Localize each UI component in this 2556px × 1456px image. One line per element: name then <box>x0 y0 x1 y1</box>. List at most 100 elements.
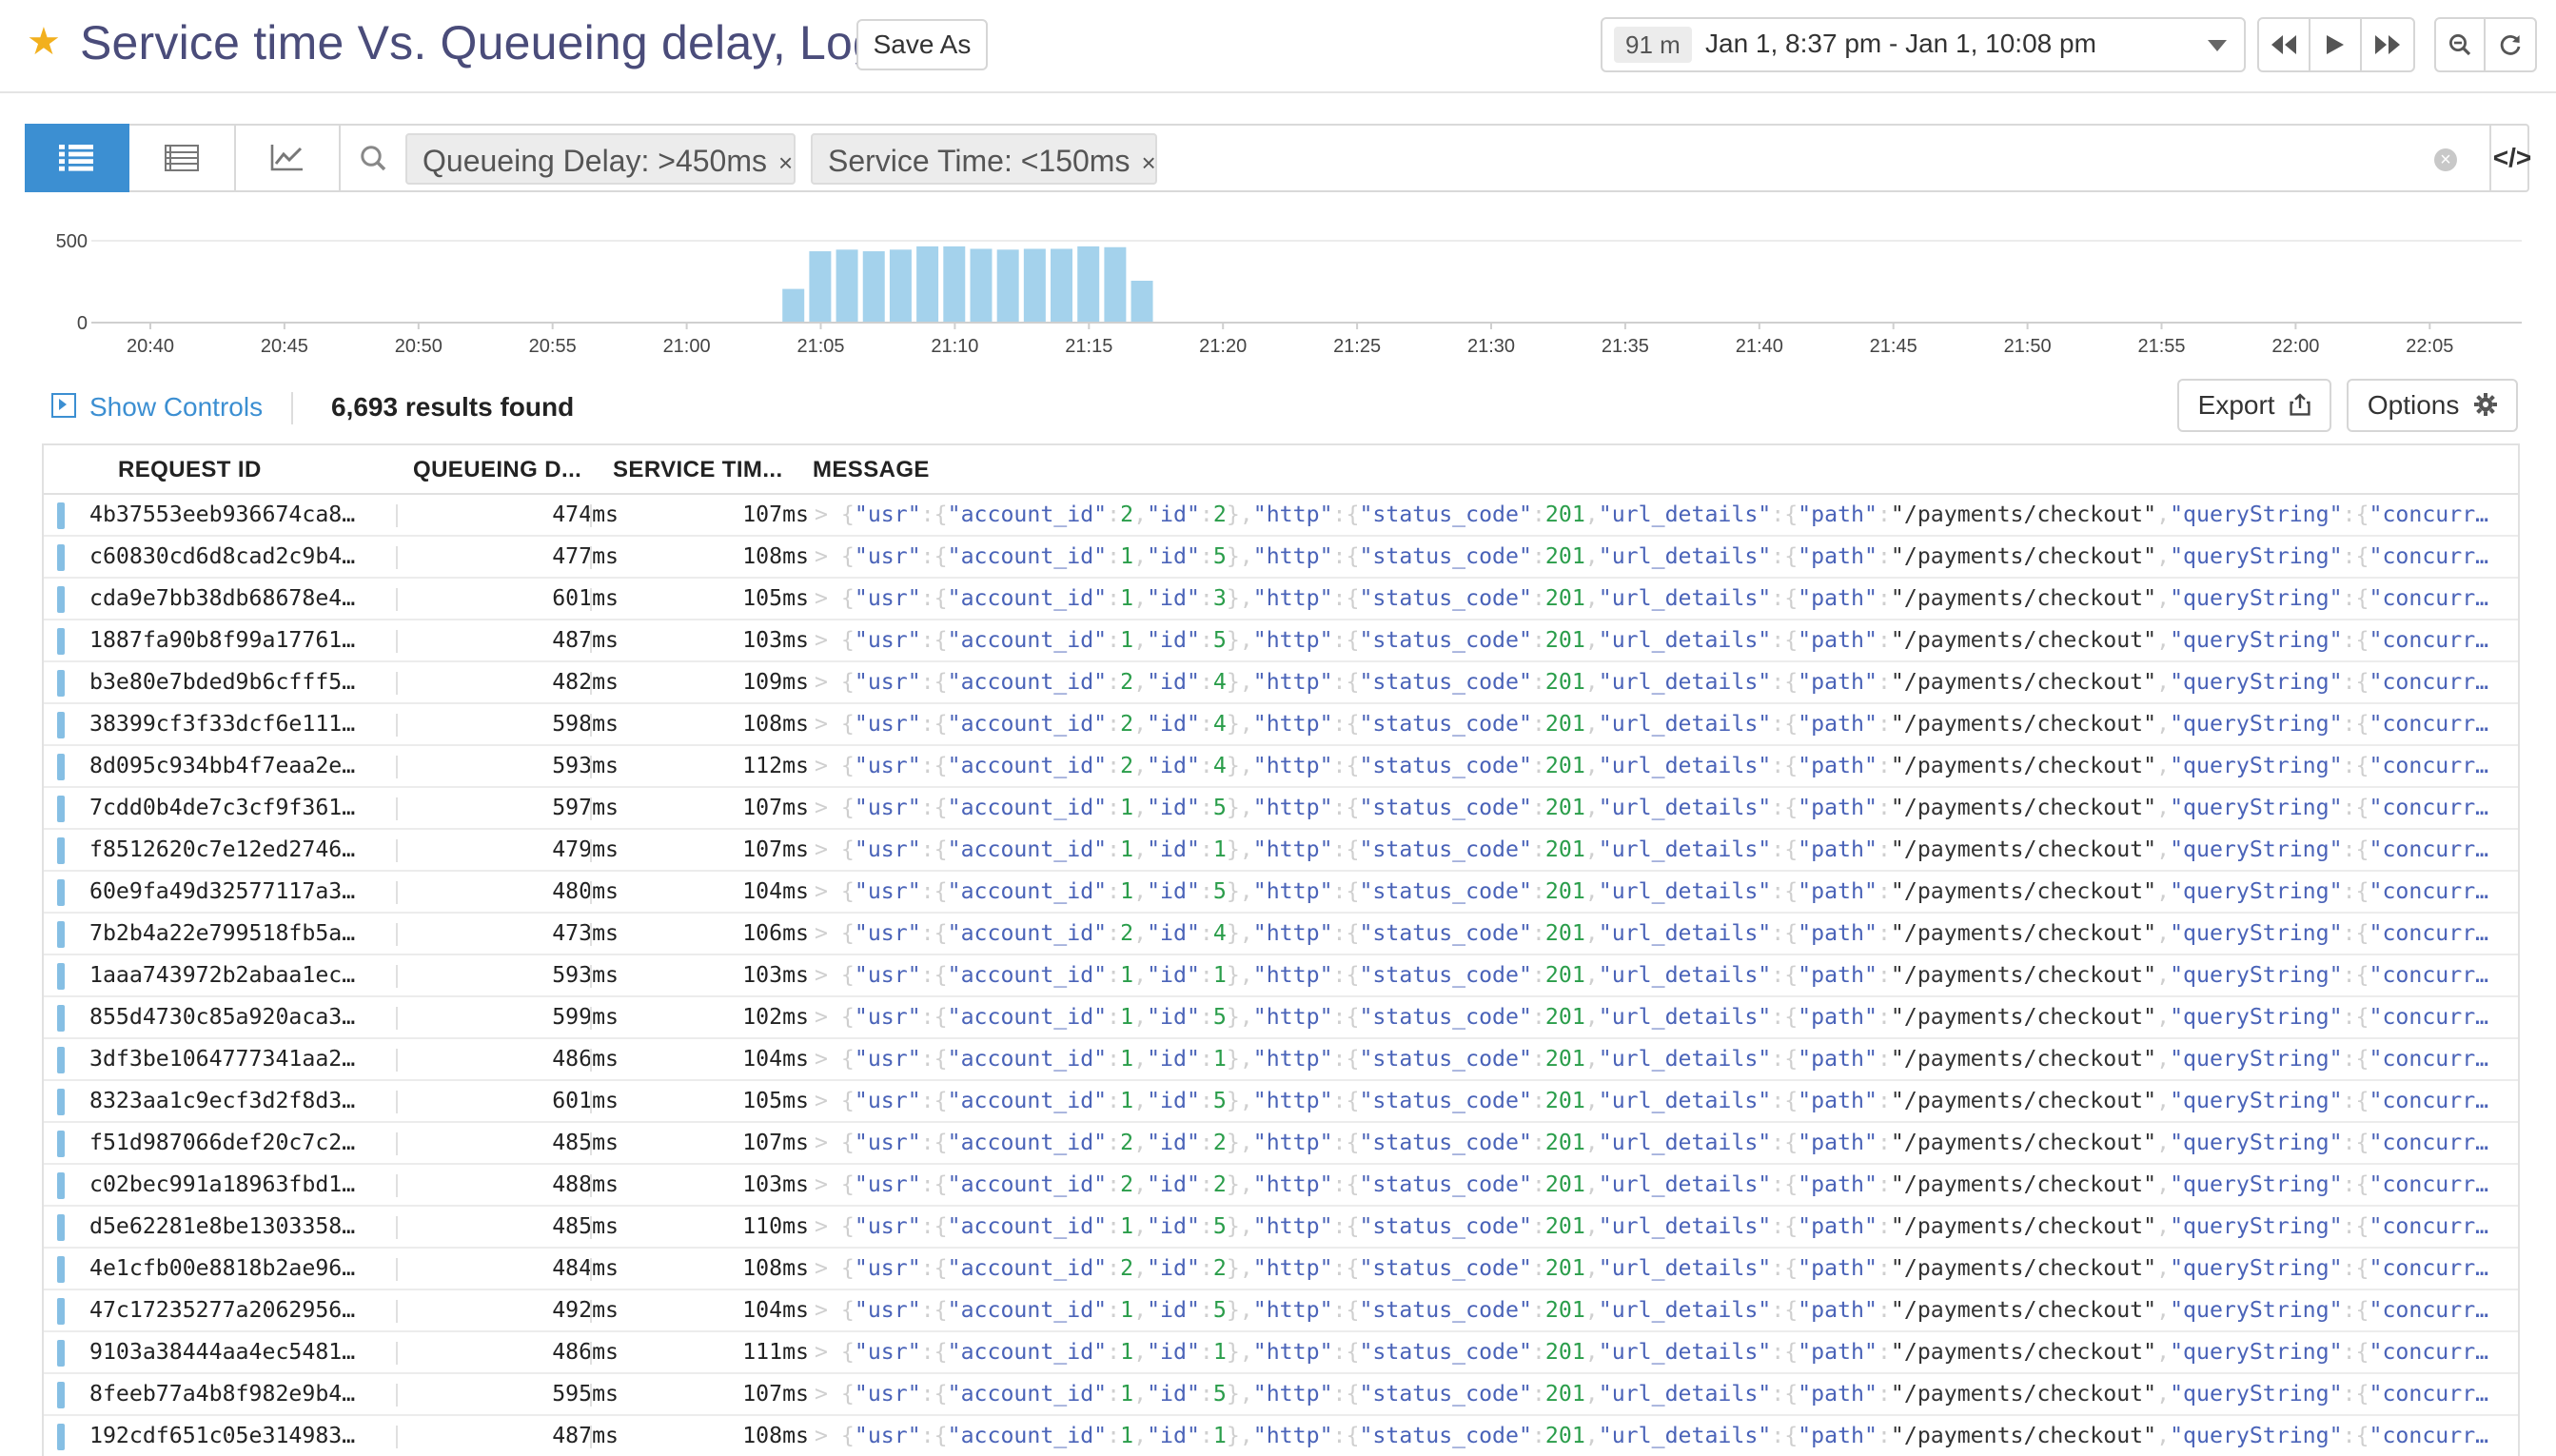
json-key: "status_code" <box>1359 878 1532 904</box>
column-divider <box>396 630 398 653</box>
log-status-marker <box>57 1047 65 1073</box>
json-key: "id" <box>1147 585 1200 611</box>
json-key: "path" <box>1798 1130 1878 1155</box>
table-row[interactable]: 47c17235277a2062956… 492ms 104ms > {"usr":{… <box>44 1290 2518 1332</box>
filter-chip-service-time[interactable]: Service Time: <150ms × <box>811 133 1157 185</box>
service-time-cell: 103ms <box>742 962 809 988</box>
table-row[interactable]: c60830cd6d8cad2c9b4… 477ms 108ms > {"usr":{… <box>44 537 2518 579</box>
table-row[interactable]: c02bec991a18963fbd1… 488ms 103ms > {"usr":{… <box>44 1165 2518 1207</box>
table-row[interactable]: 855d4730c85a920aca3… 599ms 102ms > {"usr":{… <box>44 997 2518 1039</box>
log-status-marker <box>57 1089 65 1115</box>
star-icon[interactable]: ★ <box>27 21 69 63</box>
json-key: "status_code" <box>1359 627 1532 653</box>
filter-chip-label: Queueing Delay: >450ms <box>423 144 767 178</box>
timeseries-view-toggle[interactable] <box>236 124 341 192</box>
show-controls-toggle[interactable]: Show Controls <box>51 392 263 423</box>
log-status-marker <box>57 1340 65 1367</box>
log-status-marker <box>57 963 65 990</box>
table-row[interactable]: 38399cf3f33dcf6e111… 598ms 108ms > {"usr":{… <box>44 704 2518 746</box>
json-key: "queryString" <box>2170 669 2343 695</box>
json-key: "url_details" <box>1598 795 1772 820</box>
request-id-cell: 1887fa90b8f99a17761… <box>89 627 356 653</box>
json-key: "account_id" <box>947 795 1108 820</box>
options-button[interactable]: Options <box>2347 379 2518 432</box>
table-row[interactable]: 7cdd0b4de7c3cf9f361… 597ms 107ms > {"usr":{… <box>44 788 2518 830</box>
table-row[interactable]: 8323aa1c9ecf3d2f8d3… 601ms 105ms > {"usr":{… <box>44 1081 2518 1123</box>
table-row[interactable]: 192cdf651c05e314983… 487ms 108ms > {"usr":{… <box>44 1416 2518 1456</box>
table-view-toggle[interactable] <box>129 124 236 192</box>
list-view-toggle[interactable] <box>25 124 129 192</box>
json-key: "url_details" <box>1598 543 1772 569</box>
column-header-service-time[interactable]: SERVICE TIM... <box>613 457 783 483</box>
column-divider <box>396 1342 398 1365</box>
log-status-marker <box>57 1298 65 1325</box>
table-row[interactable]: 8feeb77a4b8f982e9b4… 595ms 107ms > {"usr":{… <box>44 1374 2518 1416</box>
play-icon[interactable] <box>2310 19 2362 70</box>
json-number: 4 <box>1212 711 1227 737</box>
table-row[interactable]: 9103a38444aa4ec5481… 486ms 111ms > {"usr":{… <box>44 1332 2518 1374</box>
column-divider <box>590 1300 592 1323</box>
json-key: "queryString" <box>2170 1213 2343 1239</box>
json-key: "status_code" <box>1359 711 1532 737</box>
json-number: 1 <box>1212 1339 1227 1365</box>
x-tick-label: 21:25 <box>1333 336 1381 357</box>
table-row[interactable]: f8512620c7e12ed2746… 479ms 107ms > {"usr":{… <box>44 830 2518 872</box>
json-key: "account_id" <box>947 962 1108 988</box>
json-key: "http" <box>1252 836 1333 862</box>
json-number: 4 <box>1212 753 1227 778</box>
code-icon[interactable]: </> <box>2489 124 2533 192</box>
fast-forward-icon[interactable] <box>2362 19 2413 70</box>
json-key: "path" <box>1798 1297 1878 1323</box>
json-key: "usr" <box>854 920 921 946</box>
log-histogram[interactable]: 500 0 20:40 20:45 20:50 20:55 21:00 21:05 21:10 2… <box>0 213 2556 365</box>
time-range-selector[interactable]: 91 m Jan 1, 8:37 pm - Jan 1, 10:08 pm <box>1601 17 2246 72</box>
table-row[interactable]: 1887fa90b8f99a17761… 487ms 103ms > {"usr":{… <box>44 620 2518 662</box>
request-id-cell: 855d4730c85a920aca3… <box>89 1004 356 1030</box>
column-header-queueing-delay[interactable]: QUEUEING D... <box>413 457 581 483</box>
table-row[interactable]: 1aaa743972b2abaa1ec… 593ms 103ms > {"usr":{… <box>44 955 2518 997</box>
message-cell: > {"usr":{"account_id":1,"id":1},"http":… <box>815 836 2489 862</box>
close-icon[interactable]: × <box>1141 148 1155 177</box>
json-key: "status_code" <box>1359 1130 1532 1155</box>
message-cell: > {"usr":{"account_id":2,"id":2},"http":… <box>815 1255 2489 1281</box>
results-count: 6,693 results found <box>331 392 575 422</box>
json-key: "url_details" <box>1598 878 1772 904</box>
filter-chip-queueing-delay[interactable]: Queueing Delay: >450ms × <box>405 133 796 185</box>
table-row[interactable]: d5e62281e8be1303358… 485ms 110ms > {"usr":{… <box>44 1207 2518 1249</box>
json-key: "http" <box>1252 1381 1333 1407</box>
table-row[interactable]: cda9e7bb38db68678e4… 601ms 105ms > {"usr":{… <box>44 579 2518 620</box>
rewind-icon[interactable] <box>2259 19 2310 70</box>
json-key: "path" <box>1798 1088 1878 1113</box>
json-number: 2 <box>1120 1255 1134 1281</box>
message-cell: > {"usr":{"account_id":1,"id":5},"http":… <box>815 1088 2489 1113</box>
table-row[interactable]: b3e80e7bded9b6cfff5… 482ms 109ms > {"usr":{… <box>44 662 2518 704</box>
column-divider <box>590 714 592 737</box>
export-button[interactable]: Export <box>2177 379 2331 432</box>
message-cell: > {"usr":{"account_id":2,"id":4},"http":… <box>815 753 2489 778</box>
table-row[interactable]: 4e1cfb00e8818b2ae96… 484ms 108ms > {"usr":{… <box>44 1249 2518 1290</box>
chevron-down-icon[interactable] <box>2208 40 2227 51</box>
json-number: 201 <box>1544 502 1585 527</box>
column-header-request-id[interactable]: REQUEST ID <box>118 457 262 483</box>
clear-search-icon[interactable]: × <box>2434 148 2457 171</box>
table-row[interactable]: f51d987066def20c7c2… 485ms 107ms > {"usr":{… <box>44 1123 2518 1165</box>
json-key: "path" <box>1798 669 1878 695</box>
table-row[interactable]: 4b37553eeb936674ca8… 474ms 107ms > {"usr":{… <box>44 495 2518 537</box>
zoom-out-icon[interactable] <box>2436 19 2487 70</box>
table-row[interactable]: 7b2b4a22e799518fb5a… 473ms 106ms > {"usr":{… <box>44 914 2518 955</box>
column-divider <box>396 546 398 569</box>
table-row[interactable]: 60e9fa49d32577117a3… 480ms 104ms > {"usr":{… <box>44 872 2518 914</box>
service-time-cell: 105ms <box>742 1088 809 1113</box>
column-divider <box>396 1384 398 1407</box>
refresh-icon[interactable] <box>2486 19 2535 70</box>
save-as-button[interactable]: Save As <box>856 19 988 70</box>
json-string: "/payments/checkout" <box>1890 878 2157 904</box>
message-cell: > {"usr":{"account_id":2,"id":2},"http":… <box>815 1130 2489 1155</box>
json-number: 1 <box>1120 1004 1134 1030</box>
json-key: "url_details" <box>1598 1088 1772 1113</box>
table-row[interactable]: 8d095c934bb4f7eaa2e… 593ms 112ms > {"usr":{… <box>44 746 2518 788</box>
table-row[interactable]: 3df3be1064777341aa2… 486ms 104ms > {"usr":{… <box>44 1039 2518 1081</box>
column-header-message[interactable]: MESSAGE <box>813 457 930 483</box>
json-key: "usr" <box>854 543 921 569</box>
close-icon[interactable]: × <box>778 148 793 177</box>
